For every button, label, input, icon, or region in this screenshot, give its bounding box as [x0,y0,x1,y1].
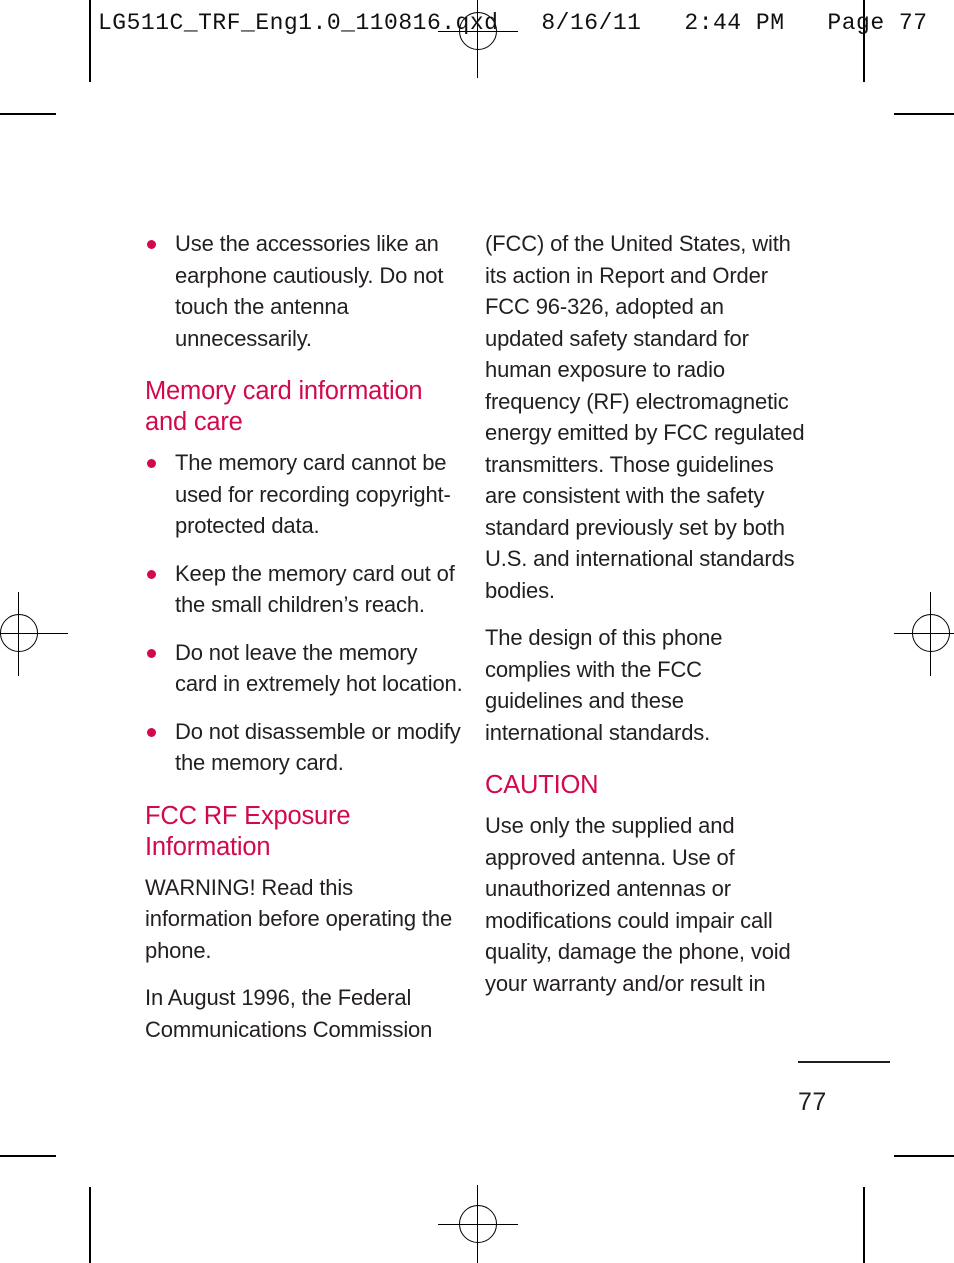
list-item-text: Do not leave the memory card in extremel… [175,639,463,697]
registration-mark-left-icon [0,592,68,676]
crop-mark-bottom-right-horizontal [894,1155,954,1157]
heading-fcc-rf-exposure-information: FCC RF Exposure Information [145,801,351,861]
registration-mark-bottom-icon [438,1185,518,1263]
registration-ring [459,1205,497,1243]
left-column: Use the accessories like an earphone cau… [145,228,465,1045]
page-number: 77 [798,1088,827,1116]
bullet-dot-icon [147,727,156,737]
right-column: (FCC) of the United States, with its act… [485,228,805,999]
list-item: The memory card cannot be used for recor… [145,447,465,542]
bullet-dot-icon [147,569,156,579]
crop-mark-bottom-right-vertical [863,1187,865,1263]
crop-mark-top-left-vertical [89,0,91,82]
page-content: Use the accessories like an earphone cau… [0,0,954,1263]
list-item: Use the accessories like an earphone cau… [145,228,465,354]
registration-ring [912,614,950,652]
list-item: Keep the memory card out of the small ch… [145,558,465,621]
heading-caution: CAUTION [485,771,599,799]
crop-mark-bottom-left-vertical [89,1187,91,1263]
list-item-text: Use the accessories like an earphone cau… [175,231,444,351]
list-item: Do not disassemble or modify the memory … [145,716,465,779]
page-canvas: LG511C_TRF_Eng1.0_110816.qxd 8/16/11 2:4… [0,0,954,1263]
paragraph-design-complies: The design of this phone complies with t… [485,625,723,745]
accessory-bullet-list: Use the accessories like an earphone cau… [145,228,465,354]
list-item-text: The memory card cannot be used for recor… [175,450,451,538]
list-item-text: Do not disassemble or modify the memory … [175,718,461,776]
crop-mark-top-left-horizontal [0,113,56,115]
registration-mark-right-icon [894,592,954,676]
list-item: Do not leave the memory card in extremel… [145,637,465,700]
bullet-dot-icon [147,459,156,468]
paragraph-august-1996: In August 1996, the Federal Communicatio… [145,985,433,1042]
paragraph-supplied-antenna: Use only the supplied and approved anten… [485,813,791,996]
bullet-dot-icon [147,648,156,658]
registration-ring [0,614,38,652]
folio-rule [798,1061,890,1063]
bullet-dot-icon [147,240,156,249]
prepress-proof-header: LG511C_TRF_Eng1.0_110816.qxd 8/16/11 2:4… [98,10,928,36]
list-item-text: Keep the memory card out of the small ch… [175,560,455,618]
heading-memory-card-information-and-care: Memory card information and care [145,377,423,436]
paragraph-warning: WARNING! Read this information before op… [145,874,453,963]
paragraph-fcc-united-states: (FCC) of the United States, with its act… [485,231,805,603]
memory-card-bullet-list: The memory card cannot be used for recor… [145,447,465,779]
crop-mark-bottom-left-horizontal [0,1155,56,1157]
crop-mark-top-right-horizontal [894,113,954,115]
